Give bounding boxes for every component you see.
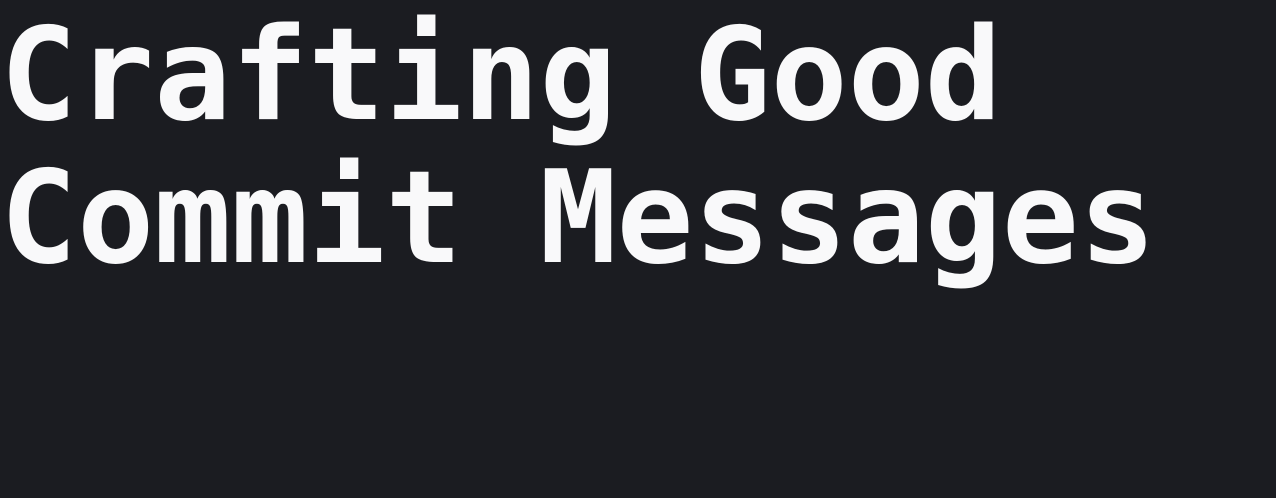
title-line-2: Commit Messages: [0, 144, 1156, 293]
slide-title: Crafting Good Commit Messages: [0, 4, 1276, 290]
title-line-1: Crafting Good: [0, 1, 1002, 150]
slide: Crafting Good Commit Messages: [0, 0, 1276, 498]
